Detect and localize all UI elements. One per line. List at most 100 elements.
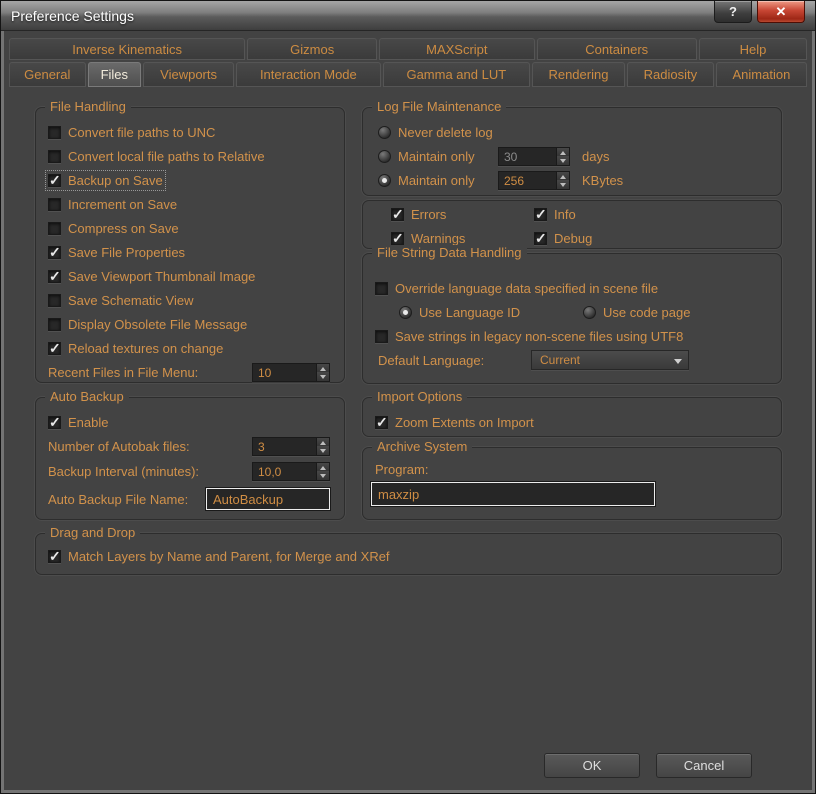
tab-gizmos[interactable]: Gizmos — [247, 38, 378, 60]
checkbox-label: Save Viewport Thumbnail Image — [68, 268, 256, 284]
auto-backup-file-name-input[interactable] — [206, 488, 330, 510]
tab-label: MAXScript — [426, 41, 488, 57]
checkbox-label: Increment on Save — [68, 196, 178, 212]
question-mark-icon: ? — [729, 4, 737, 19]
default-language-dropdown[interactable]: Current — [531, 350, 689, 370]
tab-label: Rendering — [548, 67, 609, 82]
checkbox-backup-on-save[interactable]: Backup on Save — [45, 169, 166, 191]
tab-label: Containers — [585, 41, 649, 57]
tab-containers[interactable]: Containers — [536, 38, 697, 60]
radio-label: Use Language ID — [419, 304, 521, 320]
tab-animation[interactable]: Animation — [715, 62, 807, 87]
cancel-button[interactable]: Cancel — [656, 753, 752, 778]
titlebar[interactable]: Preference Settings ? ✕ — [1, 1, 815, 31]
radio-maintain-only-days[interactable]: Maintain only — [378, 149, 498, 164]
checkbox-label: Save Schematic View — [68, 292, 194, 308]
backup-interval-label: Backup Interval (minutes): — [48, 463, 200, 479]
radio-maintain-only-kbytes[interactable]: Maintain only — [378, 173, 498, 188]
checkbox-override-language-data[interactable]: Override language data specified in scen… — [375, 281, 658, 296]
tab-label: Help — [739, 41, 767, 57]
radio-never-delete-log[interactable]: Never delete log — [378, 125, 493, 140]
tab-maxscript[interactable]: MAXScript — [379, 38, 535, 60]
spinner-down-icon[interactable] — [557, 180, 569, 189]
spinner-arrows — [316, 363, 329, 381]
checkbox-match-layers[interactable]: Match Layers by Name and Parent, for Mer… — [48, 548, 390, 565]
num-autobak-files-spinner[interactable]: 3 — [252, 436, 330, 456]
spinner-arrows — [556, 147, 569, 165]
checkbox-debug[interactable]: Debug — [534, 226, 734, 250]
checkbox-zoom-extents-on-import[interactable]: Zoom Extents on Import — [375, 414, 534, 431]
program-label: Program: — [375, 461, 429, 477]
checkbox-save-file-properties[interactable]: Save File Properties — [48, 244, 186, 261]
checkbox-label: Convert file paths to UNC — [68, 124, 216, 140]
spinner-down-icon[interactable] — [317, 372, 329, 381]
checkbox-compress-on-save[interactable]: Compress on Save — [48, 221, 179, 236]
radio-icon — [583, 305, 596, 319]
help-button[interactable]: ? — [714, 1, 752, 23]
tab-rendering[interactable]: Rendering — [531, 62, 625, 87]
checkbox-display-obsolete-file-message[interactable]: Display Obsolete File Message — [48, 317, 247, 332]
spinner-down-icon[interactable] — [317, 446, 329, 455]
group-title: Archive System — [372, 439, 473, 454]
spinner-down-icon[interactable] — [317, 471, 329, 480]
checkbox-icon — [48, 172, 61, 189]
checkbox-save-viewport-thumbnail-image[interactable]: Save Viewport Thumbnail Image — [48, 268, 256, 285]
spinner-up-icon[interactable] — [557, 147, 569, 156]
maintain-kbytes-spinner[interactable]: 256 — [498, 170, 570, 190]
checkbox-save-strings-utf8[interactable]: Save strings in legacy non-scene files u… — [375, 329, 683, 344]
group-import-options: Import Options Zoom Extents on Import — [362, 389, 782, 437]
checkbox-reload-textures-on-change[interactable]: Reload textures on change — [48, 340, 224, 357]
checkbox-icon — [48, 548, 61, 565]
days-unit-label: days — [582, 148, 610, 164]
radio-use-code-page[interactable]: Use code page — [583, 305, 690, 320]
group-title: Auto Backup — [45, 389, 129, 404]
recent-files-spinner[interactable]: 10 — [252, 362, 330, 382]
maintain-days-spinner[interactable]: 30 — [498, 146, 570, 166]
checkbox-errors[interactable]: Errors — [391, 202, 534, 226]
tab-viewports[interactable]: Viewports — [143, 62, 235, 87]
archive-program-input[interactable] — [371, 482, 655, 506]
checkbox-increment-on-save[interactable]: Increment on Save — [48, 197, 177, 212]
ok-button[interactable]: OK — [544, 753, 640, 778]
group-title: File Handling — [45, 99, 131, 114]
checkbox-info[interactable]: Info — [534, 202, 734, 226]
checkbox-label: Save File Properties — [68, 244, 186, 260]
checkbox-convert-local-file-paths-to-relative[interactable]: Convert local file paths to Relative — [48, 149, 265, 164]
checkbox-label: Info — [554, 206, 576, 222]
checkbox-icon — [48, 149, 61, 163]
tab-inverse-kinematics[interactable]: Inverse Kinematics — [9, 38, 246, 60]
group-title: Import Options — [372, 389, 468, 404]
radio-label: Maintain only — [398, 172, 475, 188]
checkbox-save-schematic-view[interactable]: Save Schematic View — [48, 293, 194, 308]
tab-general[interactable]: General — [9, 62, 86, 87]
checkbox-label: Reload textures on change — [68, 340, 224, 356]
checkbox-icon — [391, 206, 404, 223]
checkbox-icon — [48, 125, 61, 139]
group-drag-and-drop: Drag and Drop Match Layers by Name and P… — [35, 525, 782, 575]
spinner-up-icon[interactable] — [317, 462, 329, 471]
checkbox-label: Convert local file paths to Relative — [68, 148, 265, 164]
spinner-up-icon[interactable] — [317, 437, 329, 446]
tab-interaction-mode[interactable]: Interaction Mode — [236, 62, 381, 87]
tab-help[interactable]: Help — [698, 38, 808, 60]
tab-gamma-and-lut[interactable]: Gamma and LUT — [382, 62, 530, 87]
tab-label: Animation — [732, 67, 791, 82]
kbytes-unit-label: KBytes — [582, 172, 624, 188]
tab-radiosity[interactable]: Radiosity — [626, 62, 714, 87]
preference-settings-dialog: Preference Settings ? ✕ Inverse Kinemati… — [0, 0, 816, 794]
spinner-value: 30 — [504, 149, 518, 164]
spinner-up-icon[interactable] — [557, 171, 569, 180]
tab-files[interactable]: Files — [87, 62, 142, 87]
checkbox-enable-auto-backup[interactable]: Enable — [48, 414, 108, 431]
backup-interval-spinner[interactable]: 10,0 — [252, 461, 330, 481]
spinner-down-icon[interactable] — [557, 156, 569, 165]
checkbox-icon — [375, 414, 388, 431]
close-button[interactable]: ✕ — [757, 1, 805, 23]
group-file-string-data-handling: File String Data Handling Override langu… — [362, 245, 782, 384]
radio-use-language-id[interactable]: Use Language ID — [399, 305, 583, 320]
radio-label: Never delete log — [398, 124, 493, 140]
group-file-handling: File Handling Convert file paths to UNC … — [35, 99, 345, 383]
spinner-up-icon[interactable] — [317, 363, 329, 372]
checkbox-convert-file-paths-to-unc[interactable]: Convert file paths to UNC — [48, 125, 215, 140]
group-log-flags: Errors Info Warnings Debug — [362, 200, 782, 249]
